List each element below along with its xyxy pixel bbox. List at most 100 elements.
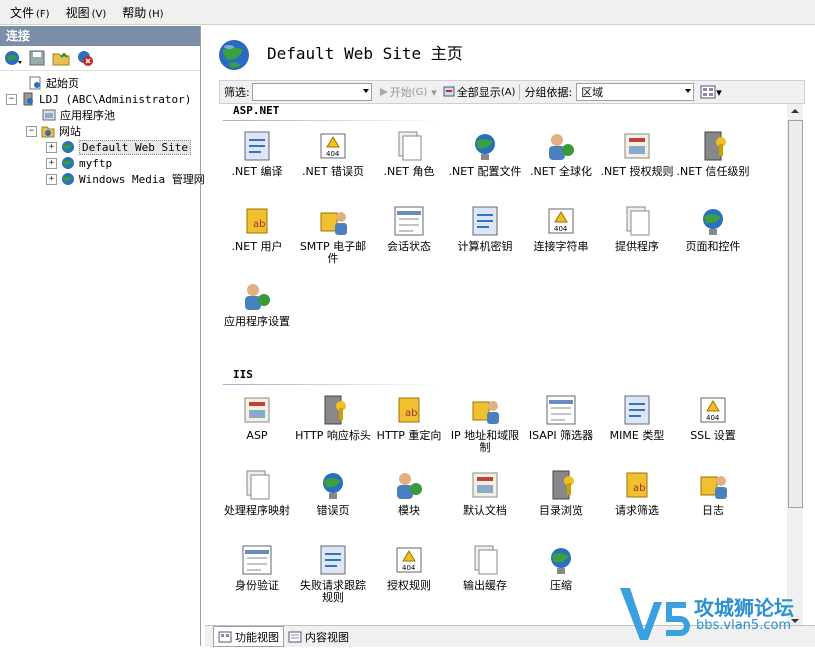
tree-item-start-page[interactable]: 起始页 bbox=[28, 75, 79, 91]
globe-icon bbox=[62, 157, 74, 169]
feature-icon bbox=[472, 206, 498, 236]
menu-file[interactable]: 文件 (F) bbox=[0, 4, 56, 21]
expand-icon[interactable]: + bbox=[46, 173, 57, 185]
menu-view[interactable]: 视图 (V) bbox=[56, 4, 113, 21]
feature-item[interactable]: 会话状态 bbox=[371, 203, 447, 253]
menu-help[interactable]: 帮助 (H) bbox=[112, 4, 169, 21]
tree-item-default-web-site[interactable]: + Default Web Site bbox=[46, 139, 191, 155]
group-by-label: 分组依据: bbox=[524, 86, 573, 99]
feature-icon bbox=[320, 212, 347, 235]
feature-item[interactable]: ISAPI 筛选器 bbox=[523, 392, 599, 442]
tab-label: 内容视图 bbox=[305, 630, 349, 644]
feature-label: HTTP 响应标头 bbox=[295, 429, 371, 442]
tree-item-myftp[interactable]: + myftp bbox=[46, 155, 112, 171]
feature-item[interactable]: 日志 bbox=[675, 467, 751, 517]
feature-item[interactable]: SMTP 电子邮件 bbox=[295, 203, 371, 265]
watermark-name: 攻城狮论坛 bbox=[694, 596, 794, 620]
up-folder-icon[interactable] bbox=[51, 48, 71, 68]
feature-item[interactable]: .NET 编译 bbox=[219, 128, 295, 178]
feature-item[interactable]: 404 连接字符串 bbox=[523, 203, 599, 253]
vertical-scrollbar[interactable] bbox=[787, 104, 803, 628]
feature-item[interactable]: 模块 bbox=[371, 467, 447, 517]
feature-item[interactable]: .NET 全球化 bbox=[523, 128, 599, 178]
chevron-down-icon[interactable] bbox=[362, 89, 369, 93]
group-by-select[interactable]: 区域 bbox=[576, 83, 695, 101]
feature-label: SMTP 电子邮件 bbox=[299, 240, 367, 265]
start-button[interactable]: 开始 (G) ▾ bbox=[378, 84, 437, 100]
tab-features-view[interactable]: 功能视图 bbox=[213, 626, 284, 647]
view-mode-button[interactable]: ▾ bbox=[700, 85, 722, 99]
feature-item[interactable]: ab HTTP 重定向 bbox=[371, 392, 447, 442]
feature-item[interactable]: 身份验证 bbox=[219, 542, 295, 592]
menu-file-label: 文件 bbox=[10, 5, 35, 20]
feature-item[interactable]: 错误页 bbox=[295, 467, 371, 517]
svg-text:404: 404 bbox=[326, 150, 340, 158]
svg-text:404: 404 bbox=[402, 564, 416, 572]
tree-item-server[interactable]: − LDJ (ABC\Administrator) bbox=[6, 91, 191, 107]
collapse-icon[interactable]: − bbox=[6, 93, 17, 105]
feature-item[interactable]: 计算机密钥 bbox=[447, 203, 523, 253]
feature-item[interactable]: 压缩 bbox=[523, 542, 599, 592]
chevron-down-icon[interactable]: ▾ bbox=[431, 86, 437, 99]
connections-toolbar bbox=[0, 46, 200, 71]
disconnect-icon[interactable] bbox=[75, 48, 95, 68]
tab-content-view[interactable]: 内容视图 bbox=[284, 627, 353, 646]
feature-item[interactable]: .NET 信任级别 bbox=[675, 128, 751, 178]
svg-text:ab: ab bbox=[633, 483, 645, 494]
expand-icon[interactable]: + bbox=[46, 141, 57, 153]
tree-label: myftp bbox=[79, 156, 113, 170]
feature-item[interactable]: ab .NET 用户 bbox=[219, 203, 295, 253]
expand-icon[interactable]: + bbox=[46, 157, 57, 169]
tree-item-app-pools[interactable]: 应用程序池 bbox=[42, 107, 115, 123]
feature-item[interactable]: MIME 类型 bbox=[599, 392, 675, 442]
feature-icon bbox=[549, 134, 574, 160]
feature-item[interactable]: 404 授权规则 bbox=[371, 542, 447, 592]
feature-item[interactable]: .NET 配置文件 bbox=[447, 128, 523, 178]
feature-label: 日志 bbox=[702, 504, 724, 517]
feature-item[interactable]: 默认文档 bbox=[447, 467, 523, 517]
feature-label: 失败请求跟踪规则 bbox=[300, 579, 366, 604]
feature-icon: ab bbox=[246, 208, 268, 234]
feature-item[interactable]: .NET 角色 bbox=[371, 128, 447, 178]
feature-icon bbox=[624, 395, 650, 425]
feature-item[interactable]: 输出缓存 bbox=[447, 542, 523, 592]
feature-item[interactable]: 目录浏览 bbox=[523, 467, 599, 517]
feature-icon bbox=[624, 133, 650, 159]
feature-label: .NET 角色 bbox=[383, 165, 435, 178]
chevron-down-icon[interactable] bbox=[685, 89, 692, 93]
feature-item[interactable]: 404 SSL 设置 bbox=[675, 392, 751, 442]
feature-item[interactable]: 提供程序 bbox=[599, 203, 675, 253]
feature-icon: 404 bbox=[548, 208, 574, 234]
chevron-down-icon[interactable]: ▾ bbox=[716, 86, 722, 99]
svg-text:404: 404 bbox=[706, 414, 720, 422]
show-all-icon bbox=[443, 86, 455, 97]
menu-view-label: 视图 bbox=[65, 5, 90, 20]
feature-item[interactable]: 应用程序设置 bbox=[219, 278, 295, 328]
show-all-button[interactable]: 全部显示 (A) bbox=[443, 84, 515, 100]
filter-input[interactable] bbox=[251, 83, 372, 101]
feature-item[interactable]: ASP bbox=[219, 392, 295, 442]
filter-label: 筛选: bbox=[224, 86, 250, 99]
feature-item[interactable]: IP 地址和域限制 bbox=[447, 392, 523, 454]
connect-globe-icon[interactable] bbox=[3, 48, 23, 68]
feature-item[interactable]: 页面和控件 bbox=[675, 203, 751, 253]
scroll-up-icon[interactable] bbox=[787, 104, 803, 118]
feature-item[interactable]: 处理程序映射 bbox=[219, 467, 295, 517]
feature-icon bbox=[546, 395, 576, 425]
feature-icon: 404 bbox=[700, 397, 726, 423]
feature-item[interactable]: ab 请求筛选 bbox=[599, 467, 675, 517]
show-all-label: 全部显示 bbox=[456, 86, 501, 99]
feature-item[interactable]: 失败请求跟踪规则 bbox=[295, 542, 371, 604]
feature-item[interactable]: .NET 授权规则 bbox=[599, 128, 675, 178]
tree-item-windows-media[interactable]: + Windows Media 管理网 bbox=[46, 171, 205, 187]
feature-label: .NET 配置文件 bbox=[448, 165, 522, 178]
feature-icon bbox=[246, 470, 270, 500]
tree-item-sites[interactable]: − 网站 bbox=[26, 123, 81, 139]
feature-label: 默认文档 bbox=[463, 504, 507, 517]
collapse-icon[interactable]: − bbox=[26, 125, 37, 137]
scroll-thumb[interactable] bbox=[788, 120, 803, 508]
feature-item[interactable]: 404 .NET 错误页 bbox=[295, 128, 371, 178]
feature-grid: ASP.NET .NET 编译 404 .NET 错误页 .NET 角色 .NET 配置文… bbox=[219, 104, 787, 628]
save-icon[interactable] bbox=[27, 48, 47, 68]
feature-item[interactable]: HTTP 响应标头 bbox=[295, 392, 371, 442]
